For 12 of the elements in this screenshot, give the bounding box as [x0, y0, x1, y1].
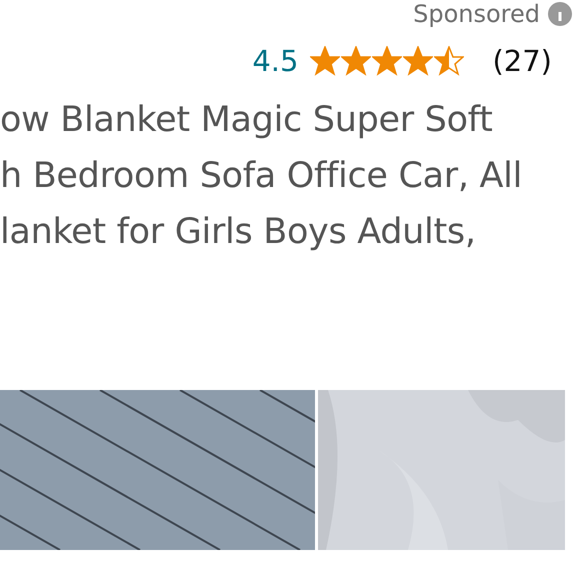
rating-value: 4.5 — [252, 44, 298, 78]
product-title-line[interactable]: h Bedroom Sofa Office Car, All — [0, 148, 580, 204]
star-icon — [403, 46, 434, 76]
star-icon — [341, 46, 372, 76]
star-icon — [372, 46, 402, 76]
review-count[interactable]: (27) — [492, 44, 552, 78]
star-icon — [434, 46, 464, 76]
sponsored-label: Sponsored — [413, 0, 540, 28]
product-title-line[interactable]: lanket for Girls Boys Adults, — [0, 204, 580, 260]
product-title-line[interactable]: ow Blanket Magic Super Soft — [0, 92, 580, 148]
star-icon — [310, 46, 340, 76]
info-icon[interactable] — [548, 2, 572, 26]
